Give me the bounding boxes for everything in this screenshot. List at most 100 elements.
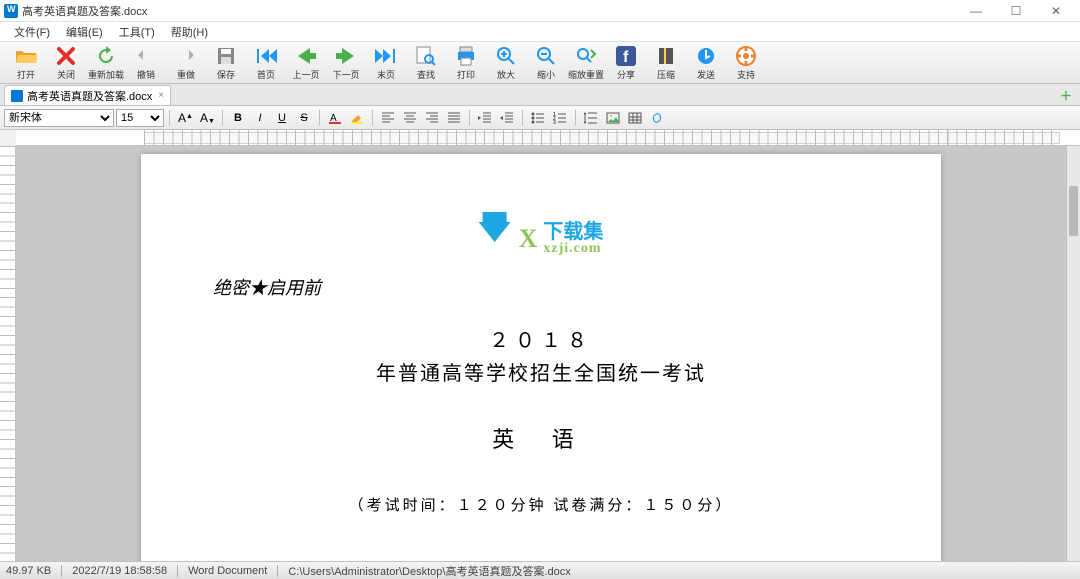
bullet-list-button[interactable]: [528, 109, 548, 127]
next-page-button[interactable]: 下一页: [327, 44, 365, 82]
font-shrink-button[interactable]: A▼: [197, 109, 217, 127]
watermark-logo: X 下载集 xzji.com: [479, 222, 604, 256]
compress-label: 压缩: [657, 68, 675, 81]
watermark-en: xzji.com: [543, 242, 603, 256]
menubar: 文件(F) 编辑(E) 工具(T) 帮助(H): [0, 22, 1080, 42]
minimize-button[interactable]: —: [956, 0, 996, 22]
bold-button[interactable]: B: [228, 109, 248, 127]
vertical-scrollbar[interactable]: [1066, 146, 1080, 561]
open-button[interactable]: 打开: [7, 44, 45, 82]
scrollbar-thumb[interactable]: [1069, 186, 1078, 236]
zoomin-label: 放大: [497, 68, 515, 81]
zoom-in-button[interactable]: 放大: [487, 44, 525, 82]
support-button[interactable]: 支持: [727, 44, 765, 82]
tab-label: 高考英语真题及答案.docx: [27, 88, 152, 104]
align-justify-button[interactable]: [444, 109, 464, 127]
strike-button[interactable]: S: [294, 109, 314, 127]
reload-label: 重新加载: [88, 68, 124, 81]
first-page-button[interactable]: 首页: [247, 44, 285, 82]
print-label: 打印: [457, 68, 475, 81]
watermark-cn: 下载集: [543, 222, 603, 242]
redo-label: 重做: [177, 68, 195, 81]
font-size-select[interactable]: 15: [116, 109, 164, 127]
menu-edit[interactable]: 编辑(E): [58, 22, 111, 42]
close-button[interactable]: ✕: [1036, 0, 1076, 22]
zoomreset-label: 缩放重置: [568, 68, 604, 81]
prev-page-button[interactable]: 上一页: [287, 44, 325, 82]
document-page[interactable]: X 下载集 xzji.com 绝密★启用前 ２０１８ 年普通高等学校招生全国统一…: [141, 154, 941, 561]
last-label: 末页: [377, 68, 395, 81]
last-page-button[interactable]: 末页: [367, 44, 405, 82]
highlight-button[interactable]: [347, 109, 367, 127]
insert-link-button[interactable]: [647, 109, 667, 127]
status-datetime: 2022/7/19 18:58:58: [72, 565, 167, 577]
document-tabs: 高考英语真题及答案.docx × ＋: [0, 84, 1080, 106]
main-toolbar: 打开 关闭 重新加载 撤销 重做 保存 首页 上一页 下一页 末页 查找 打印 …: [0, 42, 1080, 84]
new-tab-button[interactable]: ＋: [1058, 87, 1074, 103]
zoom-out-button[interactable]: 缩小: [527, 44, 565, 82]
save-button[interactable]: 保存: [207, 44, 245, 82]
align-left-button[interactable]: [378, 109, 398, 127]
indent-increase-button[interactable]: [497, 109, 517, 127]
maximize-button[interactable]: ☐: [996, 0, 1036, 22]
align-center-button[interactable]: [400, 109, 420, 127]
horizontal-ruler[interactable]: [16, 130, 1080, 146]
doc-info: （考试时间：１２０分钟 试卷满分：１５０分）: [213, 494, 869, 515]
send-button[interactable]: 发送: [687, 44, 725, 82]
undo-label: 撤销: [137, 68, 155, 81]
next-label: 下一页: [332, 68, 359, 81]
compress-button[interactable]: 压缩: [647, 44, 685, 82]
tab-close-icon[interactable]: ×: [158, 90, 164, 101]
statusbar: 49.97 KB 2022/7/19 18:58:58 Word Documen…: [0, 561, 1080, 579]
font-grow-button[interactable]: A▲: [175, 109, 195, 127]
menu-file[interactable]: 文件(F): [6, 22, 58, 42]
separator: [522, 110, 523, 126]
undo-button[interactable]: 撤销: [127, 44, 165, 82]
underline-button[interactable]: U: [272, 109, 292, 127]
font-family-select[interactable]: 新宋体: [4, 109, 114, 127]
insert-image-button[interactable]: [603, 109, 623, 127]
doc-subject: 英 语: [213, 422, 869, 454]
doc-title: 年普通高等学校招生全国统一考试: [213, 357, 869, 386]
font-color-button[interactable]: A: [325, 109, 345, 127]
close-label: 关闭: [57, 68, 75, 81]
find-button[interactable]: 查找: [407, 44, 445, 82]
menu-tools[interactable]: 工具(T): [111, 22, 163, 42]
document-tab[interactable]: 高考英语真题及答案.docx ×: [4, 85, 171, 105]
find-label: 查找: [417, 68, 435, 81]
insert-table-button[interactable]: [625, 109, 645, 127]
doc-year: ２０１８: [213, 324, 869, 353]
reload-button[interactable]: 重新加载: [87, 44, 125, 82]
svg-text:▲: ▲: [186, 113, 192, 120]
vertical-ruler[interactable]: [0, 146, 16, 561]
close-doc-button[interactable]: 关闭: [47, 44, 85, 82]
app-icon: [4, 4, 18, 18]
separator: [575, 110, 576, 126]
italic-button[interactable]: I: [250, 109, 270, 127]
svg-text:3: 3: [553, 120, 556, 124]
separator: [372, 110, 373, 126]
window-title: 高考英语真题及答案.docx: [22, 3, 147, 19]
watermark-x-icon: X: [519, 224, 538, 254]
format-toolbar: 新宋体 15 A▲ A▼ B I U S A 123: [0, 106, 1080, 130]
number-list-button[interactable]: 123: [550, 109, 570, 127]
line-spacing-button[interactable]: [581, 109, 601, 127]
svg-text:f: f: [623, 49, 629, 66]
separator: [169, 110, 170, 126]
svg-text:▼: ▼: [208, 118, 214, 125]
print-button[interactable]: 打印: [447, 44, 485, 82]
indent-decrease-button[interactable]: [475, 109, 495, 127]
workspace: X 下载集 xzji.com 绝密★启用前 ２０１８ 年普通高等学校招生全国统一…: [0, 146, 1080, 561]
share-button[interactable]: f分享: [607, 44, 645, 82]
send-label: 发送: [697, 68, 715, 81]
save-label: 保存: [217, 68, 235, 81]
doc-icon: [11, 90, 23, 102]
open-label: 打开: [17, 68, 35, 81]
status-doctype: Word Document: [188, 565, 267, 577]
zoom-reset-button[interactable]: 缩放重置: [567, 44, 605, 82]
menu-help[interactable]: 帮助(H): [163, 22, 216, 42]
redo-button[interactable]: 重做: [167, 44, 205, 82]
document-canvas[interactable]: X 下载集 xzji.com 绝密★启用前 ２０１８ 年普通高等学校招生全国统一…: [16, 146, 1066, 561]
align-right-button[interactable]: [422, 109, 442, 127]
zoomout-label: 缩小: [537, 68, 555, 81]
